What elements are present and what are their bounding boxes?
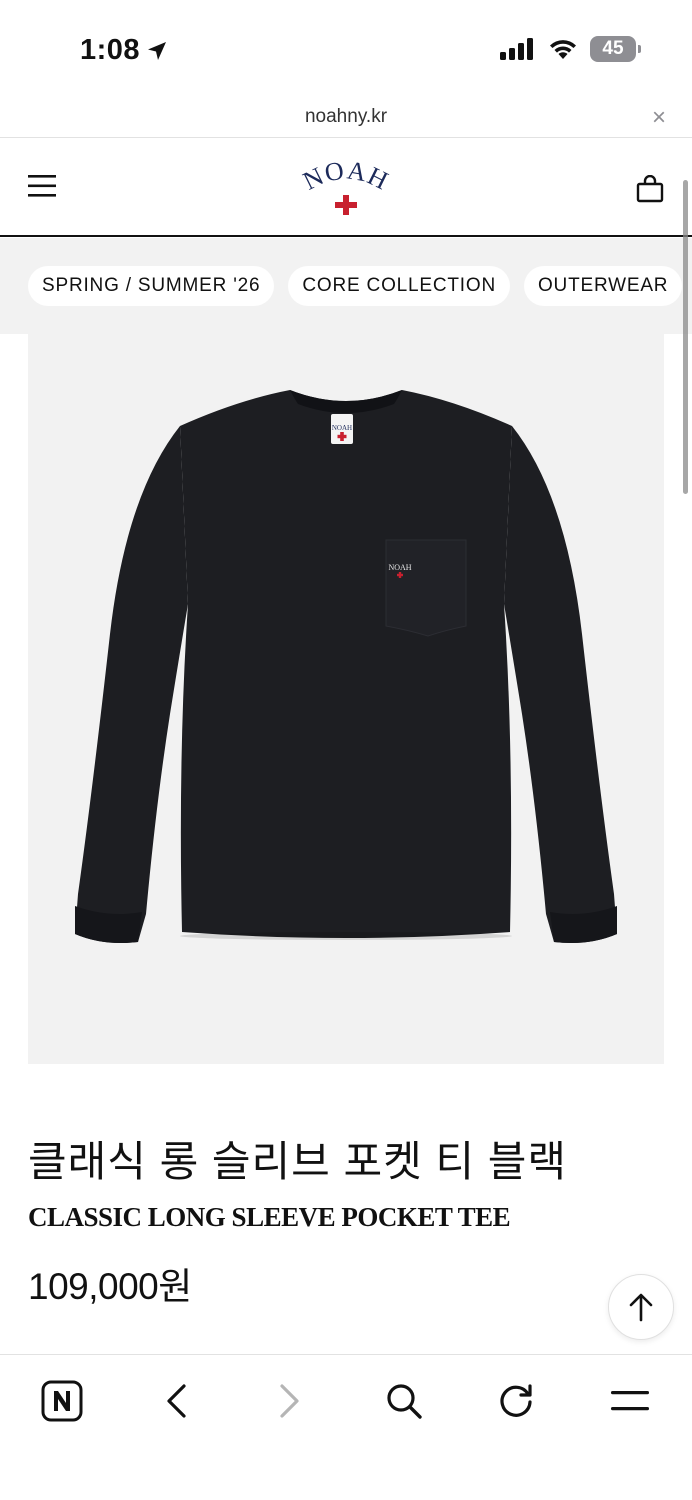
- browser-url-bar[interactable]: noahny.kr ×: [0, 100, 692, 138]
- arrow-up-icon: [629, 1293, 653, 1322]
- back-button[interactable]: [152, 1377, 200, 1425]
- category-nav: SPRING / SUMMER '26 CORE COLLECTION OUTE…: [0, 238, 692, 334]
- svg-text:NOAH: NOAH: [298, 157, 393, 196]
- product-photo-tee: NOAH NOAH: [75, 390, 617, 943]
- shopping-bag-icon[interactable]: [636, 175, 664, 203]
- naver-home-button[interactable]: [38, 1377, 86, 1425]
- red-cross-icon: [335, 195, 357, 215]
- wifi-icon: [550, 40, 576, 59]
- search-button[interactable]: [380, 1377, 428, 1425]
- chevron-right-icon: [280, 1384, 299, 1418]
- battery-indicator: 45: [590, 36, 641, 62]
- product-image[interactable]: NOAH NOAH: [28, 334, 664, 1064]
- status-bar: 1:08 45: [0, 0, 692, 100]
- url-text[interactable]: noahny.kr: [0, 106, 692, 128]
- signal-icon: [500, 38, 533, 60]
- naver-n-icon: [41, 1380, 83, 1422]
- refresh-icon: [500, 1384, 532, 1417]
- battery-level: 45: [602, 38, 624, 59]
- refresh-button[interactable]: [492, 1377, 540, 1425]
- more-menu-button[interactable]: [606, 1377, 654, 1425]
- page-scrollbar[interactable]: [683, 180, 688, 494]
- neck-label-text: NOAH: [332, 424, 352, 432]
- category-pill-core-collection[interactable]: CORE COLLECTION: [288, 266, 510, 306]
- site-header: NOAH: [0, 139, 692, 237]
- search-icon: [387, 1384, 422, 1419]
- browser-toolbar: [0, 1354, 692, 1500]
- more-menu-icon: [611, 1391, 649, 1411]
- close-icon[interactable]: ×: [652, 104, 666, 132]
- chevron-left-icon: [167, 1384, 186, 1418]
- category-pill-outerwear[interactable]: OUTERWEAR: [523, 266, 683, 306]
- forward-button[interactable]: [266, 1377, 314, 1425]
- scroll-to-top-button[interactable]: [608, 1274, 674, 1340]
- product-price: 109,000원: [28, 1266, 192, 1307]
- status-indicators: 45: [500, 36, 641, 62]
- hamburger-menu-icon[interactable]: [28, 175, 56, 197]
- category-pill-spring-summer[interactable]: SPRING / SUMMER '26: [28, 266, 275, 306]
- logo-text: NOAH: [298, 157, 392, 196]
- status-time-group: 1:08: [80, 34, 168, 67]
- location-arrow-icon: [148, 41, 167, 60]
- status-time: 1:08: [80, 34, 141, 66]
- noah-logo[interactable]: NOAH: [292, 157, 400, 221]
- product-title-korean: 클래식 롱 슬리브 포켓 티 블랙: [28, 1138, 568, 1185]
- pocket-logo-text: NOAH: [388, 563, 411, 572]
- product-title-english: CLASSIC LONG SLEEVE POCKET TEE: [28, 1202, 511, 1232]
